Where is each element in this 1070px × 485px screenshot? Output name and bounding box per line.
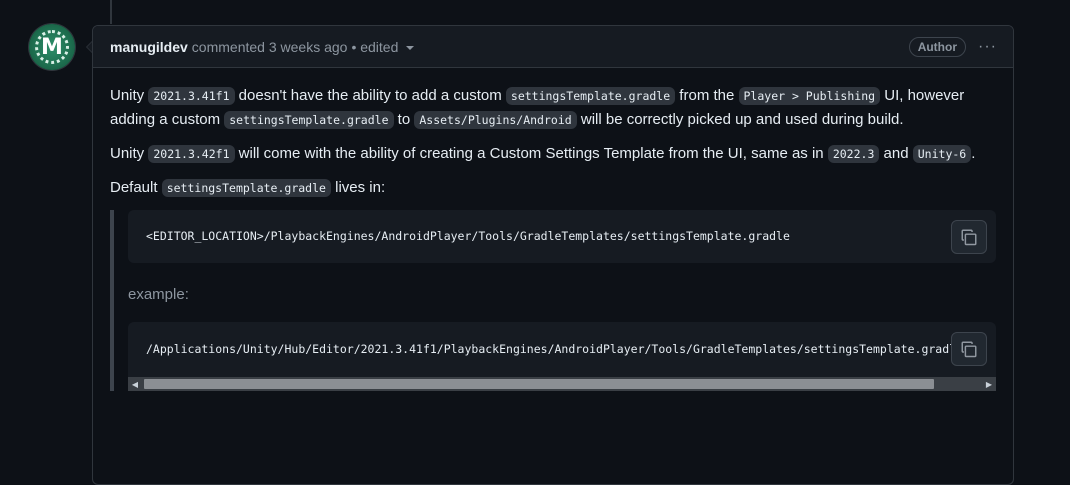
blockquote: <EDITOR_LOCATION>/PlaybackEngines/Androi… bbox=[110, 210, 996, 391]
text: will come with the ability of creating a… bbox=[234, 145, 828, 162]
scroll-thumb[interactable] bbox=[144, 379, 934, 389]
inline-code: settingsTemplate.gradle bbox=[224, 111, 394, 129]
copy-icon bbox=[961, 341, 977, 358]
code-block-example: /Applications/Unity/Hub/Editor/2021.3.41… bbox=[128, 322, 996, 377]
avatar-letter: M bbox=[41, 34, 63, 60]
code-block-path: <EDITOR_LOCATION>/PlaybackEngines/Androi… bbox=[128, 210, 996, 263]
comment-card: manugildev commented 3 weeks ago • edite… bbox=[92, 25, 1014, 485]
copy-icon bbox=[961, 229, 977, 246]
horizontal-scrollbar[interactable]: ◀ ▶ bbox=[128, 377, 996, 391]
text: lives in: bbox=[330, 179, 386, 196]
paragraph-3: Default settingsTemplate.gradle lives in… bbox=[110, 176, 996, 200]
author-badge: Author bbox=[908, 36, 967, 57]
copy-button[interactable] bbox=[951, 332, 987, 366]
text: to bbox=[393, 111, 415, 128]
avatar[interactable]: M bbox=[29, 24, 75, 70]
text: . bbox=[971, 145, 976, 162]
inline-code: settingsTemplate.gradle bbox=[505, 87, 676, 105]
text: and bbox=[879, 145, 913, 162]
text: doesn't have the ability to add a custom bbox=[234, 87, 506, 104]
scroll-right-arrow-icon[interactable]: ▶ bbox=[982, 377, 996, 391]
code-text: /Applications/Unity/Hub/Editor/2021.3.41… bbox=[146, 342, 963, 356]
inline-code: Player > Publishing bbox=[738, 87, 881, 105]
text: Default bbox=[110, 179, 162, 196]
timeline-line bbox=[110, 0, 112, 24]
code-text: <EDITOR_LOCATION>/PlaybackEngines/Androi… bbox=[146, 229, 790, 243]
comment-header: manugildev commented 3 weeks ago • edite… bbox=[93, 26, 1013, 68]
text: will be correctly picked up and used dur… bbox=[576, 111, 904, 128]
inline-code: 2021.3.42f1 bbox=[148, 145, 235, 163]
inline-code: 2022.3 bbox=[827, 145, 880, 163]
inline-code: Unity-6 bbox=[912, 145, 972, 163]
inline-code: Assets/Plugins/Android bbox=[414, 111, 577, 129]
comment-timestamp[interactable]: commented 3 weeks ago bbox=[192, 39, 348, 55]
edited-label[interactable]: • edited bbox=[351, 39, 398, 55]
text: Unity bbox=[110, 145, 149, 162]
copy-button[interactable] bbox=[951, 220, 987, 254]
comment-body: Unity 2021.3.41f1 doesn't have the abili… bbox=[93, 68, 1013, 407]
paragraph-1: Unity 2021.3.41f1 doesn't have the abili… bbox=[110, 84, 996, 132]
avatar-ring: M bbox=[35, 30, 69, 64]
author-link[interactable]: manugildev bbox=[110, 39, 188, 55]
example-label: example: bbox=[128, 286, 189, 303]
text: Unity bbox=[110, 87, 149, 104]
inline-code: settingsTemplate.gradle bbox=[161, 179, 331, 197]
inline-code: 2021.3.41f1 bbox=[148, 87, 235, 105]
kebab-horizontal-icon[interactable]: ··· bbox=[978, 38, 997, 56]
paragraph-2: Unity 2021.3.42f1 will come with the abi… bbox=[110, 142, 996, 166]
text: from the bbox=[675, 87, 739, 104]
chevron-down-icon[interactable] bbox=[406, 46, 415, 50]
scroll-left-arrow-icon[interactable]: ◀ bbox=[128, 377, 142, 391]
